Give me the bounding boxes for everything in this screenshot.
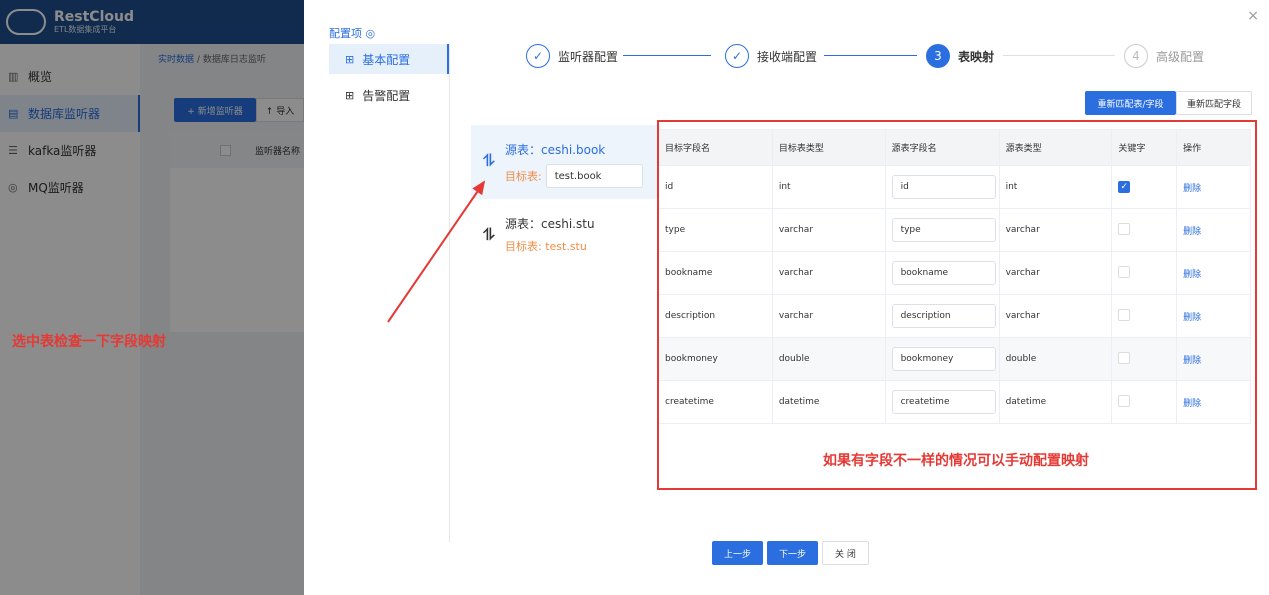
check-icon: ✓ [725, 44, 749, 68]
next-step-button[interactable]: 下一步 [767, 541, 819, 565]
step-connector [623, 55, 711, 56]
divider [449, 44, 450, 542]
rematch-field-button[interactable]: 重新匹配字段 [1176, 91, 1252, 115]
mapping-icon: ⥮ [483, 225, 495, 244]
mapping-icon: ⥮ [483, 151, 495, 170]
config-menu-alert[interactable]: ⊞ 告警配置 [329, 80, 449, 110]
config-drawer: × 配置项 ◎ ⊞ 基本配置 ⊞ 告警配置 ✓ 监听器配置 ✓ 接收端配置 3 … [304, 0, 1269, 595]
step-1[interactable]: ✓ 监听器配置 [526, 43, 618, 69]
table-list-item[interactable]: ⥮ 源表：ceshi.book 目标表: [471, 125, 661, 199]
config-menu-label: 告警配置 [362, 88, 411, 103]
step-label: 高级配置 [1156, 49, 1205, 64]
annotation-right: 如果有字段不一样的情况可以手动配置映射 [823, 453, 1089, 469]
annotation-left: 选中表检查一下字段映射 [12, 334, 166, 350]
source-table-label: 源表：ceshi.book [505, 143, 606, 157]
grid-icon: ⊞ [345, 52, 355, 66]
config-menu-label: 基本配置 [362, 52, 411, 67]
step-label: 接收端配置 [757, 49, 818, 64]
config-menu-basic[interactable]: ⊞ 基本配置 [329, 44, 449, 74]
grid-icon: ⊞ [345, 88, 355, 102]
config-menu: ⊞ 基本配置 ⊞ 告警配置 [329, 44, 449, 116]
rematch-table-button[interactable]: 重新匹配表/字段 [1085, 91, 1176, 115]
target-table-input[interactable] [545, 164, 643, 188]
step-number: 4 [1124, 44, 1148, 68]
target-table-label: 目标表: [505, 170, 542, 183]
annotation-highlight-box [657, 120, 1257, 490]
target-table-label: 目标表: test.stu [505, 240, 587, 253]
step-3[interactable]: 3 表映射 [926, 43, 994, 69]
step-2[interactable]: ✓ 接收端配置 [725, 43, 817, 69]
step-4[interactable]: 4 高级配置 [1124, 43, 1204, 69]
step-number: 3 [926, 44, 950, 68]
step-indicator: ✓ 监听器配置 ✓ 接收端配置 3 表映射 4 高级配置 [526, 43, 1226, 69]
config-title: 配置项 ◎ [329, 27, 376, 40]
step-label: 监听器配置 [558, 49, 619, 64]
prev-step-button[interactable]: 上一步 [712, 541, 764, 565]
step-connector [824, 55, 917, 56]
step-connector [1003, 55, 1115, 56]
check-icon: ✓ [526, 44, 550, 68]
footer-buttons: 上一步 下一步 关 闭 [712, 541, 873, 565]
table-list: ⥮ 源表：ceshi.book 目标表: ⥮ 源表：ceshi.stu 目标表:… [471, 125, 661, 273]
step-label: 表映射 [958, 49, 995, 64]
close-icon[interactable]: × [1247, 8, 1259, 24]
table-list-item[interactable]: ⥮ 源表：ceshi.stu 目标表: test.stu [471, 199, 661, 273]
close-button[interactable]: 关 闭 [822, 541, 869, 565]
source-table-label: 源表：ceshi.stu [505, 217, 595, 231]
